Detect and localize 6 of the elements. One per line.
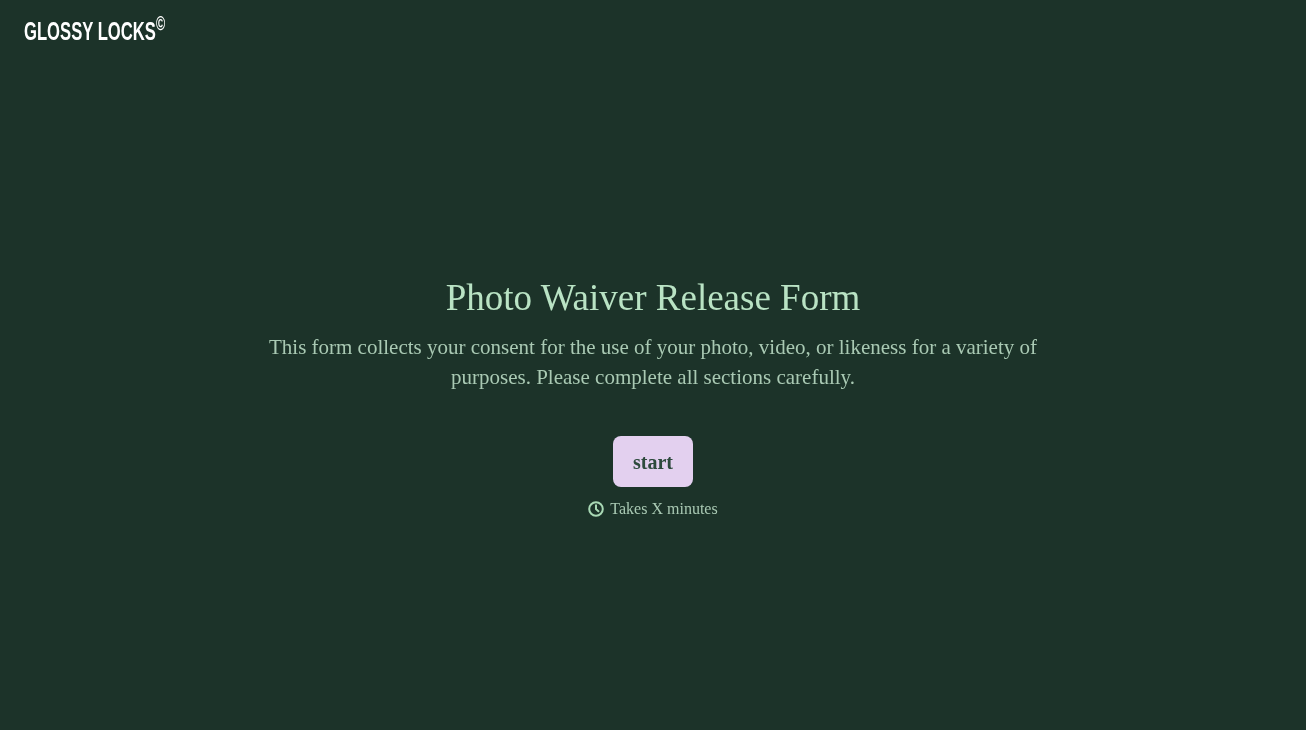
start-button[interactable]: start xyxy=(613,436,693,487)
clock-icon xyxy=(588,501,605,517)
form-title: Photo Waiver Release Form xyxy=(445,276,861,320)
duration-text: Takes X minutes xyxy=(610,499,718,519)
brand-logo: GLOSSY LOCKS$^{©}$ xyxy=(24,16,166,46)
form-description: This form collects your consent for the use of your photo, video, or likeness for a variety of purposes. Please complete all sections carefully. xyxy=(267,334,1039,391)
